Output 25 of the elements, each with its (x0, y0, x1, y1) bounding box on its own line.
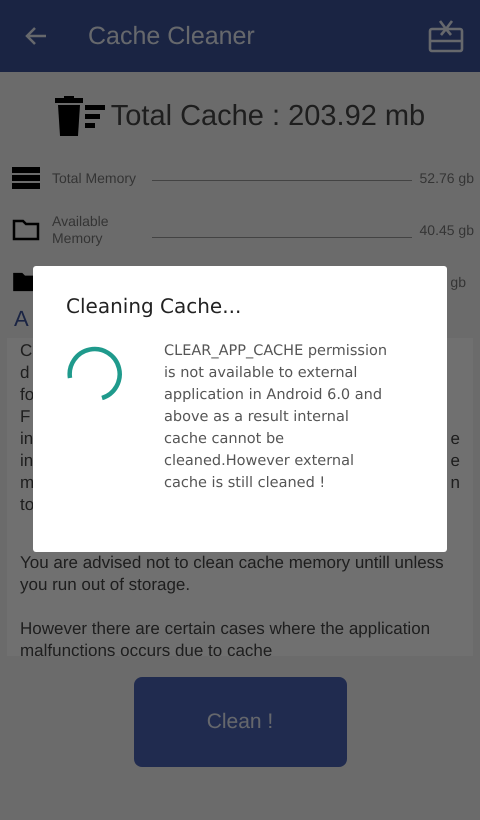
info-paragraph: You are advised not to clean cache memory untill unless you run out of storage. (20, 552, 445, 596)
app-title: Cache Cleaner (88, 22, 256, 50)
text-fragment: in (20, 450, 34, 472)
gift-icon[interactable] (428, 19, 464, 53)
total-cache-text: Total Cache : 203.92 mb (110, 100, 426, 132)
folder-icon (12, 219, 40, 241)
section-heading: A (14, 306, 29, 332)
server-icon (12, 167, 40, 189)
text-fragment: n (450, 472, 460, 494)
back-button[interactable] (24, 26, 48, 46)
text-fragment: to (20, 494, 34, 516)
text-fragment: e (450, 428, 460, 450)
text-fragment: fo (20, 384, 34, 406)
loading-spinner (66, 346, 124, 402)
trash-icon (54, 96, 105, 136)
text-fragment: F (20, 406, 30, 428)
text-fragment: e (450, 450, 460, 472)
text-fragment: in (20, 428, 34, 450)
info-paragraph: However there are certain cases where the application malfunctions occurs due to cache (20, 618, 432, 656)
text-fragment: C (20, 340, 32, 362)
text-fragment: m (20, 472, 34, 494)
clean-button[interactable]: Clean ! (134, 677, 346, 767)
dialog-title: Cleaning Cache... (66, 294, 242, 318)
text-fragment: d (20, 362, 30, 384)
dialog-message: CLEAR_APP_CACHE permission is not available to external application in Android 6.0 and above as a result internal cache cannot be cleaned.However external cache is still cleaned ! (164, 342, 388, 493)
